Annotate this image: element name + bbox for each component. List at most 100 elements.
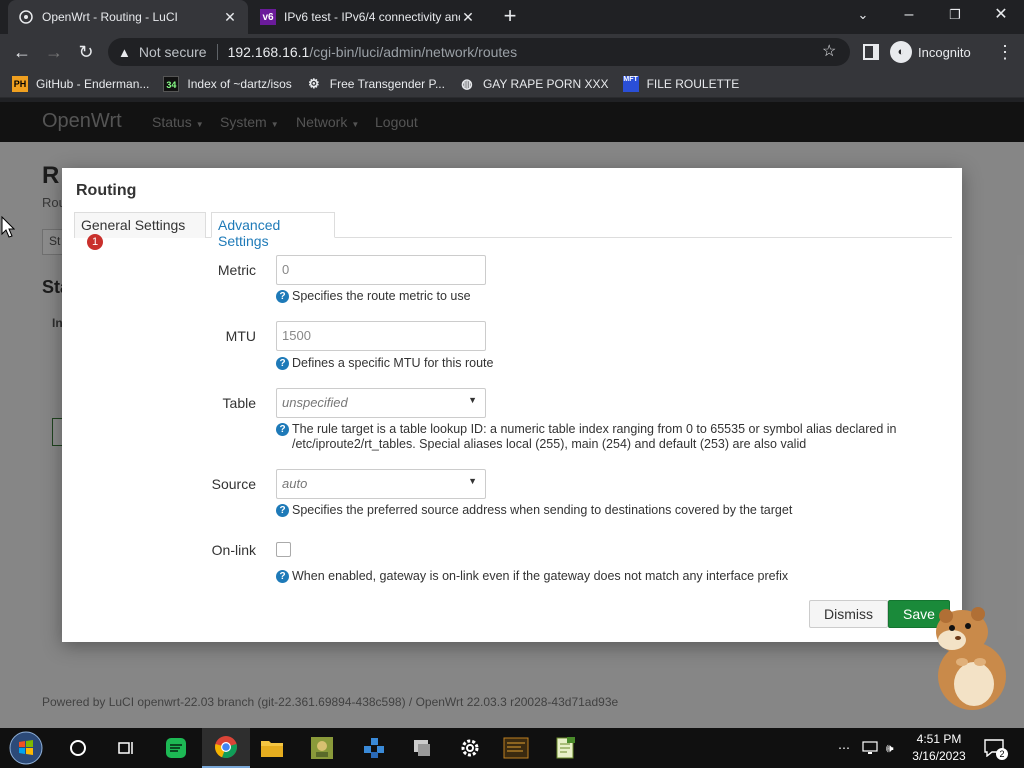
address-bar[interactable]: ▲ Not secure 192.168.16.1/cgi-bin/luci/a…: [108, 38, 850, 66]
mtu-help: ? Defines a specific MTU for this route: [276, 356, 936, 371]
forward-button[interactable]: →: [40, 38, 68, 66]
game-app-icon[interactable]: [298, 728, 346, 768]
close-tab-icon[interactable]: ✕: [222, 9, 238, 25]
help-text: Defines a specific MTU for this route: [292, 356, 494, 370]
help-icon: ?: [276, 290, 289, 303]
tab-advanced-settings[interactable]: Advanced Settings: [211, 212, 335, 249]
tab-openwrt-routing[interactable]: OpenWrt - Routing - LuCI ✕: [8, 0, 248, 34]
onlink-help: ? When enabled, gateway is on-link even …: [276, 569, 936, 584]
dartz-icon: 34: [163, 75, 180, 92]
table-help: ? The rule target is a table lookup ID: …: [276, 422, 936, 452]
mtu-input[interactable]: 1500: [276, 321, 486, 351]
openwrt-icon: [18, 9, 34, 25]
menu-icon[interactable]: ⋮: [996, 38, 1014, 66]
onlink-label: On-link: [211, 542, 256, 558]
notification-center-icon[interactable]: 2: [984, 728, 1008, 768]
modal-tabs: General Settings1 Advanced Settings: [74, 212, 952, 250]
reload-button[interactable]: ↻: [72, 38, 100, 66]
tab-label: General Settings: [81, 217, 186, 233]
dropdown-arrow-icon: ▼: [468, 395, 477, 405]
windows-taskbar: ⋯ 🕪 4:51 PM 3/16/2023 2: [0, 728, 1024, 768]
bookmark-dartz-isos[interactable]: 34 Index of ~dartz/isos: [163, 75, 292, 92]
divider: [216, 44, 218, 60]
new-tab-button[interactable]: +: [498, 4, 522, 28]
network-app-icon[interactable]: [350, 728, 398, 768]
table-label: Table: [222, 395, 256, 411]
bookmark-file-roulette[interactable]: MFT FILE ROULETTE: [622, 75, 739, 92]
incognito-icon: ◐: [890, 41, 912, 63]
ph-icon: PH: [12, 75, 28, 92]
remote-desktop-icon[interactable]: [398, 728, 446, 768]
gear-bookmark-icon: ⚙: [307, 75, 320, 91]
side-panel-icon[interactable]: [863, 44, 879, 60]
table-select[interactable]: unspecified ▼: [276, 388, 486, 418]
dismiss-button[interactable]: Dismiss: [809, 600, 888, 628]
help-icon: ?: [276, 357, 289, 370]
start-button[interactable]: [2, 728, 50, 768]
source-help: ? Specifies the preferred source address…: [276, 503, 936, 518]
terminal-app-icon[interactable]: [492, 728, 540, 768]
tab-general-settings[interactable]: General Settings1: [74, 212, 206, 250]
incognito-indicator[interactable]: ◐ Incognito: [890, 40, 971, 64]
notepad-app-icon[interactable]: [542, 728, 590, 768]
tab-title: IPv6 test - IPv6/4 connectivity and: [284, 10, 460, 24]
help-text: Specifies the preferred source address w…: [292, 503, 793, 517]
volume-icon[interactable]: 🕪: [886, 728, 894, 768]
tab-ipv6-test[interactable]: v6 IPv6 test - IPv6/4 connectivity and ✕: [250, 0, 486, 34]
bookmark-star-icon[interactable]: ☆: [822, 38, 842, 66]
mtu-label: MTU: [225, 328, 256, 344]
bookmark-github[interactable]: PH GitHub - Enderman...: [12, 75, 150, 92]
close-window-button[interactable]: ✕: [978, 0, 1024, 32]
tab-title: OpenWrt - Routing - LuCI: [42, 10, 178, 24]
modal-title: Routing: [76, 182, 137, 199]
help-text: Specifies the route metric to use: [292, 289, 471, 303]
help-text: The rule target is a table lookup ID: a …: [292, 422, 897, 451]
select-value: unspecified: [282, 395, 348, 410]
bookmark-free-transgender[interactable]: ⚙ Free Transgender P...: [306, 76, 445, 92]
select-value: auto: [282, 476, 308, 491]
bookmarks-bar: PH GitHub - Enderman... 34 Index of ~dar…: [0, 70, 1024, 98]
notification-count: 2: [996, 748, 1008, 760]
windows-logo-icon: [9, 731, 43, 765]
bookmark-gay-rape-porn[interactable]: ◍ GAY RAPE PORN XXX: [459, 75, 608, 92]
close-tab-icon[interactable]: ✕: [460, 9, 476, 25]
tray-overflow-icon[interactable]: ⋯: [838, 728, 850, 768]
metric-label: Metric: [217, 262, 256, 278]
file-explorer-icon[interactable]: [248, 728, 296, 768]
not-secure-label[interactable]: Not secure: [139, 44, 207, 60]
tab-search-icon[interactable]: ⌄: [840, 0, 886, 32]
browser-toolbar: ← → ↻ ▲ Not secure 192.168.16.1/cgi-bin/…: [0, 34, 1024, 70]
help-text: When enabled, gateway is on-link even if…: [292, 569, 789, 583]
restore-button[interactable]: ❐: [932, 0, 978, 32]
help-icon: ?: [276, 570, 289, 583]
source-select[interactable]: auto ▼: [276, 469, 486, 499]
metric-help: ? Specifies the route metric to use: [276, 289, 936, 304]
onlink-checkbox[interactable]: [276, 542, 291, 557]
tab-label: Advanced Settings: [218, 217, 281, 249]
search-icon[interactable]: [54, 728, 102, 768]
hamster-mascot-image: [936, 607, 1006, 710]
task-view-icon[interactable]: [102, 728, 150, 768]
help-icon: ?: [276, 423, 289, 436]
source-label: Source: [211, 476, 256, 492]
minimize-button[interactable]: –: [886, 0, 932, 32]
mft-icon: MFT: [622, 75, 639, 92]
settings-gear-icon[interactable]: [446, 728, 494, 768]
metric-input[interactable]: 0: [276, 255, 486, 285]
chrome-icon[interactable]: [202, 728, 250, 768]
system-clock[interactable]: 4:51 PM 3/16/2023: [904, 731, 974, 765]
url-path: /cgi-bin/luci/admin/network/routes: [309, 44, 518, 60]
network-status-icon[interactable]: [862, 728, 878, 768]
ipv6-test-icon: v6: [260, 9, 276, 25]
page-content: OpenWrt Status ▼ System ▼ Network ▼ Logout …: [0, 102, 1024, 728]
clock-date: 3/16/2023: [912, 749, 966, 763]
spotify-like-app-icon[interactable]: [152, 728, 200, 768]
globe-icon: ◍: [461, 75, 473, 91]
back-button[interactable]: ←: [8, 38, 36, 66]
help-icon: ?: [276, 504, 289, 517]
bookmark-label: GitHub - Enderman...: [36, 76, 150, 91]
dropdown-arrow-icon: ▼: [468, 476, 477, 486]
routing-modal: Routing General Settings1 Advanced Setti…: [62, 168, 962, 642]
warning-icon[interactable]: ▲: [118, 45, 131, 60]
bookmark-label: Index of ~dartz/isos: [187, 76, 292, 91]
